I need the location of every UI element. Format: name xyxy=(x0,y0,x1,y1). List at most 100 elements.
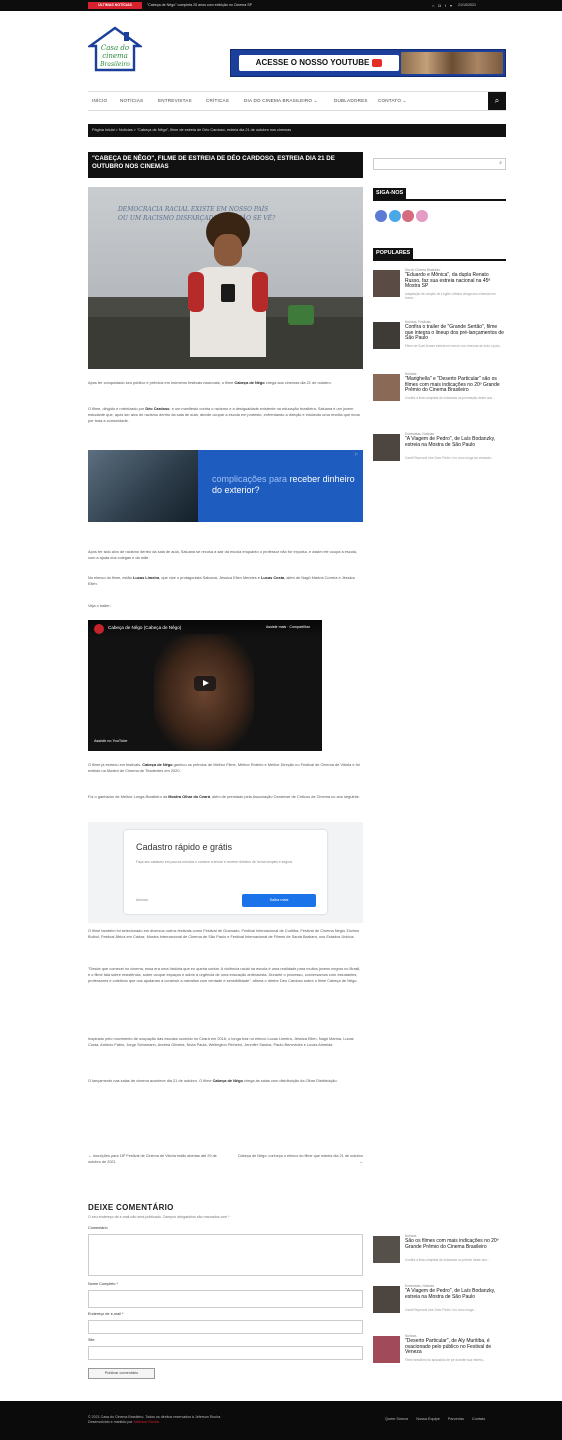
ad-brand: Anúncio xyxy=(136,898,149,902)
youtube-banner[interactable]: ACESSE O NOSSO YOUTUBE xyxy=(230,49,506,77)
nav-item-criticas[interactable]: CRÍTICAS xyxy=(206,98,229,103)
footer-links: Quem Somos Nossa Equipe Parcerias Contato xyxy=(385,1417,493,1421)
popular-thumb[interactable] xyxy=(373,374,400,401)
main-nav: INÍCIO NOTÍCIAS ENTREVISTAS CRÍTICAS DIA… xyxy=(88,91,506,111)
twitter-icon[interactable] xyxy=(388,210,401,222)
footer-link-quem-somos[interactable]: Quem Somos xyxy=(385,1417,408,1421)
popular-excerpt: Confira a lista completa de indicados na… xyxy=(405,396,495,400)
ad-heading: Cadastro rápido e grátis xyxy=(136,842,233,852)
popular-item[interactable]: Notícias, Festivais Confira o trailer de… xyxy=(373,320,506,360)
popular-thumb[interactable] xyxy=(373,322,400,349)
popular-heading: POPULARES xyxy=(373,248,506,261)
footer-copyright: © 2021 Casa do Cinema Brasileiro. Todos … xyxy=(88,1415,222,1424)
search-icon[interactable]: ⌕ xyxy=(499,160,502,166)
breaking-news-badge: ÚLTIMAS NOTÍCIAS xyxy=(88,2,142,9)
popular-title[interactable]: "A Viagem de Pedro", de Laís Bodanzky, e… xyxy=(405,436,505,448)
banner-image xyxy=(401,52,503,74)
search-icon: ⌕ xyxy=(494,96,500,105)
follow-heading: SIGA-NOS xyxy=(373,188,506,201)
current-date: 21/10/2021 xyxy=(458,3,476,7)
channel-avatar[interactable] xyxy=(94,624,104,634)
home-icon[interactable]: ⌂ xyxy=(432,3,434,8)
facebook-icon[interactable] xyxy=(375,210,387,222)
previous-post-link[interactable]: ← Inscrições para 18º Festival de Cinema… xyxy=(88,1154,218,1165)
sidebar-search-input[interactable]: ⌕ xyxy=(373,158,506,170)
popular-excerpt: Adaptação de canção do Legião Urbana che… xyxy=(405,292,496,301)
nav-item-contato[interactable]: CONTATO ⌄ xyxy=(378,98,407,104)
next-post-link[interactable]: Cabeça de Nêgo: conheça o elenco do film… xyxy=(233,1154,363,1165)
article-quote: "Desde que comecei no cinema, essa era u… xyxy=(88,966,361,983)
ad-text: Faça seu cadastro em poucos minutos e co… xyxy=(136,860,293,864)
comment-textarea[interactable] xyxy=(88,1234,363,1276)
site-footer: © 2021 Casa do Cinema Brasileiro. Todos … xyxy=(0,1401,562,1440)
name-input[interactable] xyxy=(88,1290,363,1308)
advertisement-banner[interactable]: complicações para receber dinheiro do ex… xyxy=(88,450,363,522)
site-label: Site xyxy=(88,1338,95,1342)
advertisement-card[interactable]: Cadastro rápido e grátis Faça seu cadast… xyxy=(88,822,363,923)
sidebar-post-title[interactable]: São os filmes com mais indicações no 20º… xyxy=(405,1238,505,1250)
footer-link-equipe[interactable]: Nossa Equipe xyxy=(416,1417,440,1421)
comments-heading: DEIXE COMENTÁRIO xyxy=(88,1203,174,1212)
popular-excerpt: Cauã Reymond vive Dom Pedro I no novo lo… xyxy=(405,456,494,460)
top-social-icons: ⌂ ◘ f ▾ xyxy=(432,2,456,9)
popular-item[interactable]: Notícias "Marighella" e "Deserto Particu… xyxy=(373,372,506,412)
article-paragraph: Após ter conquistado seu público e prêmi… xyxy=(88,380,332,385)
article-paragraph: Foi o ganhador de Melhor Longa Brasileir… xyxy=(88,794,360,799)
watch-on-youtube[interactable]: Assistir no YouTube xyxy=(94,739,127,743)
play-icon[interactable] xyxy=(194,676,216,691)
popular-thumb[interactable] xyxy=(373,434,400,461)
article-paragraph: O filme, dirigido e roteirizado por Déo … xyxy=(88,406,360,423)
video-actions[interactable]: Assistir mais · Compartilhar xyxy=(266,625,310,629)
top-bar: ÚLTIMAS NOTÍCIAS "Cabeça de Nêgo" comple… xyxy=(0,0,562,11)
hero-image: DEMOCRACIA RACIAL EXISTE EM NOSSO PAÍS OU… xyxy=(88,187,363,369)
instagram-icon[interactable] xyxy=(415,210,428,222)
site-logo[interactable]: Casa do cinema Brasileiro xyxy=(86,26,144,74)
sidebar-post[interactable]: Entrevistas, Notícias "A Viagem de Pedro… xyxy=(373,1284,506,1324)
facebook-icon[interactable]: f xyxy=(445,3,446,8)
youtube-icon[interactable] xyxy=(402,210,414,222)
popular-item[interactable]: Dia do Cinema Brasileiro "Eduardo e Môni… xyxy=(373,268,506,308)
footer-link-contato[interactable]: Contato xyxy=(472,1417,485,1421)
news-ticker[interactable]: "Cabeça de Nêgo" completa 25 anos com ex… xyxy=(147,2,252,9)
email-input[interactable] xyxy=(88,1320,363,1334)
ad-info-icon[interactable]: ▷ xyxy=(355,451,361,457)
sidebar-post-thumb[interactable] xyxy=(373,1286,400,1313)
article-paragraph: Inspirado pelo movimento de ocupação das… xyxy=(88,1036,354,1047)
popular-title[interactable]: "Eduardo e Mônica", da dupla Renato Russ… xyxy=(405,272,505,290)
video-title[interactable]: Cabeça de Nêgo (Cabeça de Nêgo) xyxy=(108,625,181,630)
ad-cta-button[interactable]: Saiba mais xyxy=(242,894,316,907)
nav-item-dubladores[interactable]: DUBLADORES xyxy=(334,98,368,103)
popular-title[interactable]: "Marighella" e "Deserto Particular" são … xyxy=(405,376,505,394)
nav-item-entrevistas[interactable]: ENTREVISTAS xyxy=(158,98,192,103)
submit-comment-button[interactable]: Publicar comentário xyxy=(88,1368,155,1379)
search-button[interactable]: ⌕ xyxy=(488,92,506,110)
sidebar-post-excerpt: Filme brasileiro foi aplaudido de pé dur… xyxy=(405,1358,486,1362)
popular-thumb[interactable] xyxy=(373,270,400,297)
youtube-banner-label: ACESSE O NOSSO YOUTUBE xyxy=(239,55,399,71)
footer-author-link[interactable]: Jeferson Rocha xyxy=(134,1420,159,1424)
sidebar-post-thumb[interactable] xyxy=(373,1236,400,1263)
logo-text-3: Brasileiro xyxy=(99,61,130,68)
breadcrumb[interactable]: Página Inicial > Notícias > "Cabeça de N… xyxy=(88,124,506,137)
nav-item-inicio[interactable]: INÍCIO xyxy=(92,98,107,103)
sidebar-post[interactable]: Notícias "Deserto Particular", de Aly Mu… xyxy=(373,1334,506,1374)
popular-item[interactable]: Entrevistas, Notícias "A Viagem de Pedro… xyxy=(373,432,506,472)
sidebar-post-title[interactable]: "A Viagem de Pedro", de Laís Bodanzky, e… xyxy=(405,1288,505,1300)
youtube-icon xyxy=(372,58,383,67)
footer-link-parcerias[interactable]: Parcerias xyxy=(448,1417,464,1421)
sidebar-post-title[interactable]: "Deserto Particular", de Aly Muritiba, é… xyxy=(405,1338,505,1356)
nav-item-noticias[interactable]: NOTÍCIAS xyxy=(120,98,143,103)
logo-text-1: Casa do xyxy=(101,44,129,52)
article-paragraph: Após ter sido alvo de racismo dentro da … xyxy=(88,549,358,560)
article-paragraph: No elenco do filme, estão Lucas Limeira,… xyxy=(88,575,355,586)
popular-title[interactable]: Confira o trailer de "Grande Sertão", fi… xyxy=(405,324,505,342)
sidebar-post-thumb[interactable] xyxy=(373,1336,400,1363)
instagram-icon[interactable]: ◘ xyxy=(438,3,440,8)
sidebar-post[interactable]: Notícias São os filmes com mais indicaçõ… xyxy=(373,1234,506,1274)
site-input[interactable] xyxy=(88,1346,363,1360)
sidebar-post-excerpt: Confira a lista completa de indicados no… xyxy=(405,1258,490,1262)
ad-image xyxy=(88,450,198,522)
nav-item-dia-do-cinema[interactable]: DIA DO CINEMA BRASILEIRO ⌄ xyxy=(244,98,318,104)
youtube-video-embed[interactable]: Cabeça de Nêgo (Cabeça de Nêgo) Assistir… xyxy=(88,620,322,751)
twitter-icon[interactable]: ▾ xyxy=(450,3,452,8)
